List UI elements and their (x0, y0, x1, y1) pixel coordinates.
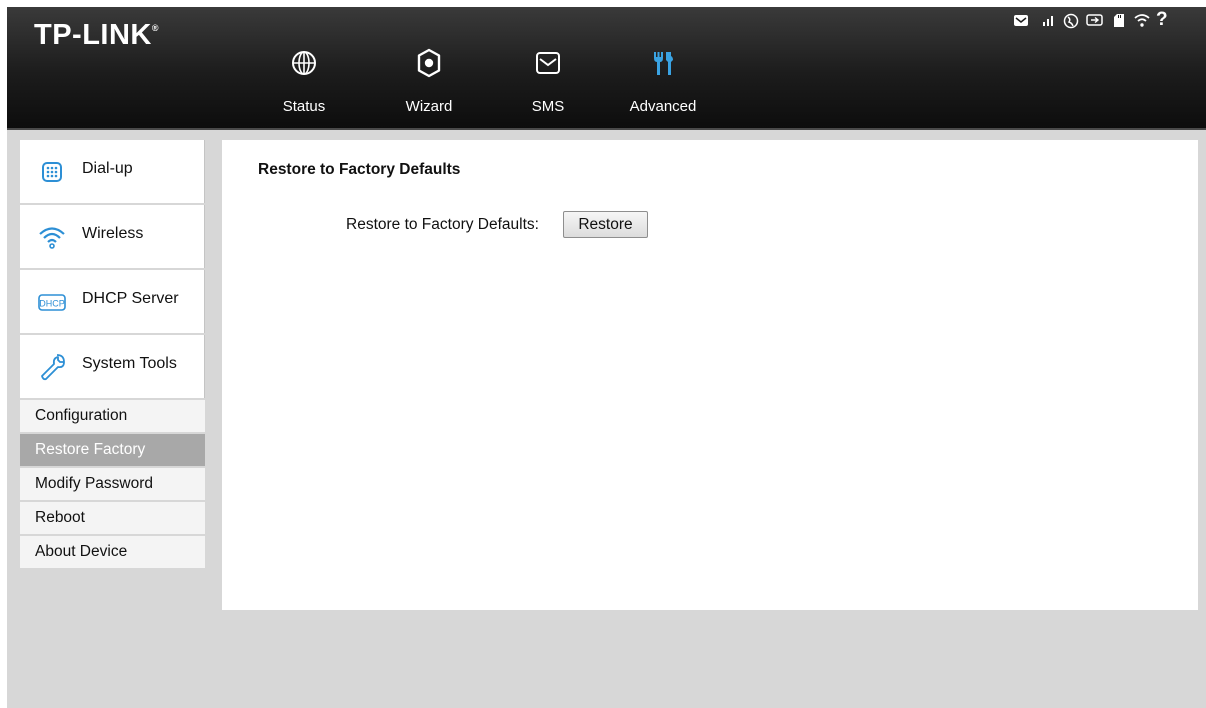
sidebar-subitem-reboot[interactable]: Reboot (20, 502, 205, 536)
tools-icon (654, 52, 673, 75)
sidebar-subitem-about-device[interactable]: About Device (20, 536, 205, 570)
app-frame: TP-LINK® Status Wizard SMS Advanced ? Di… (7, 7, 1206, 708)
nav-sms-label: SMS (531, 98, 565, 115)
sidebar: Dial-up Wireless DHCP DHCP Server System… (20, 140, 205, 570)
nav-sms[interactable]: SMS (503, 47, 593, 125)
wifi-icon (1134, 14, 1150, 27)
page-title: Restore to Factory Defaults (258, 161, 461, 178)
svg-text:DHCP: DHCP (39, 299, 65, 309)
nav-advanced[interactable]: Advanced (618, 47, 708, 125)
nav-advanced-label: Advanced (629, 98, 697, 115)
status-icons: ? (1013, 9, 1198, 35)
envelope-icon (536, 52, 560, 74)
sidebar-item-label: Dial-up (82, 160, 133, 177)
dialpad-icon (42, 162, 62, 182)
sd-card-icon (1114, 14, 1124, 27)
signal-icon (1043, 16, 1053, 26)
internet-globe-icon (1063, 13, 1079, 29)
wrench-icon (41, 354, 65, 381)
sidebar-subitem-configuration[interactable]: Configuration (20, 400, 205, 434)
sidebar-subitem-restore-factory[interactable]: Restore Factory (20, 434, 205, 468)
sidebar-item-wireless[interactable]: Wireless (20, 205, 205, 268)
nav-status-label: Status (282, 98, 326, 115)
nav-status[interactable]: Status (259, 47, 349, 125)
globe-icon (292, 51, 316, 75)
message-icon (1014, 15, 1028, 26)
sidebar-item-label: System Tools (82, 355, 177, 372)
nav-wizard[interactable]: Wizard (384, 47, 474, 125)
sidebar-item-system-tools[interactable]: System Tools (20, 335, 205, 398)
gear-icon (417, 48, 441, 78)
header: TP-LINK® Status Wizard SMS Advanced ? (7, 7, 1206, 130)
nav-wizard-label: Wizard (405, 98, 453, 115)
wifi-icon (39, 227, 65, 249)
help-icon[interactable]: ? (1156, 9, 1168, 31)
sidebar-item-dhcp-server[interactable]: DHCP DHCP Server (20, 270, 205, 333)
sidebar-item-label: Wireless (82, 225, 144, 242)
main-content: Restore to Factory Defaults Restore to F… (222, 140, 1198, 610)
dhcp-icon: DHCP (38, 294, 66, 311)
sidebar-item-label: DHCP Server (82, 290, 179, 307)
restore-button[interactable]: Restore (563, 211, 648, 238)
brand-logo: TP-LINK® (34, 19, 160, 51)
sidebar-item-dial-up[interactable]: Dial-up (20, 140, 205, 203)
battery-icon (1086, 14, 1103, 26)
restore-label: Restore to Factory Defaults: (346, 216, 539, 233)
sidebar-subitem-modify-password[interactable]: Modify Password (20, 468, 205, 502)
